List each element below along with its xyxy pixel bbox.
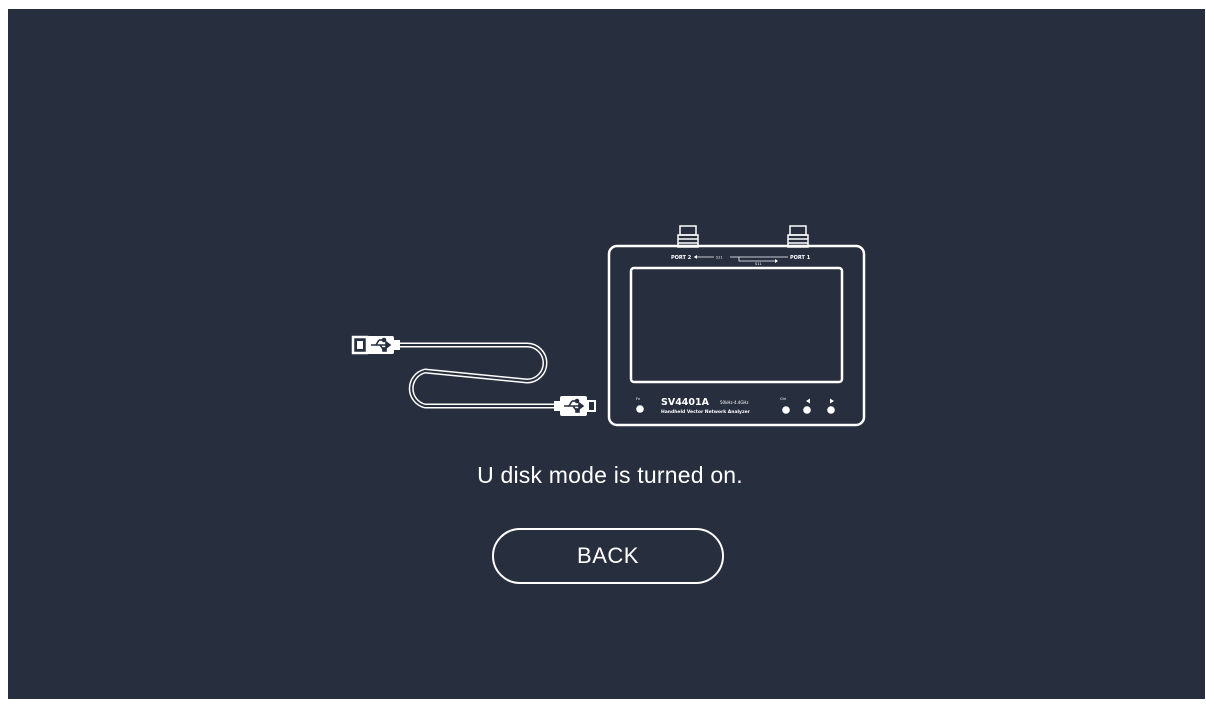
status-message: U disk mode is turned on.	[477, 462, 743, 488]
device-description-label: Handheld Vector Network Analyzer	[661, 409, 751, 415]
device-model-label: SV4401A	[661, 397, 710, 408]
port-2-label: PORT 2	[671, 255, 692, 261]
usb-cable-icon	[397, 342, 559, 409]
right-button-dot	[827, 406, 835, 414]
device-display	[629, 266, 844, 384]
s11-label: S11	[755, 262, 762, 266]
port-1-label: PORT 1	[790, 255, 811, 261]
vector-network-analyzer-icon: PORT 2 PORT 1 S21 S11 SV4401A 50kHz-4.4G…	[607, 225, 866, 427]
usb-micro-plug-icon	[554, 396, 596, 416]
left-arrow-icon	[806, 398, 810, 404]
back-button-label: BACK	[577, 543, 639, 568]
right-arrow-icon	[830, 398, 834, 404]
usb-a-plug-icon	[351, 335, 400, 355]
frequency-range-label: 50kHz-4.4GHz	[720, 400, 749, 405]
back-button[interactable]: BACK	[492, 528, 724, 584]
port-2-connector	[677, 225, 699, 248]
u-disk-mode-screen: PORT 2 PORT 1 S21 S11 SV4401A 50kHz-4.4G…	[8, 9, 1205, 699]
ctrl-button-dot	[782, 406, 790, 414]
left-button-dot	[803, 406, 811, 414]
port-1-connector	[787, 225, 809, 248]
fn-label: Fn	[636, 397, 640, 401]
fn-button-dot	[636, 405, 644, 413]
ctrl-label: Ctrl	[780, 397, 786, 401]
s21-label: S21	[716, 256, 723, 260]
usb-connection-illustration: PORT 2 PORT 1 S21 S11 SV4401A 50kHz-4.4G…	[351, 225, 866, 427]
